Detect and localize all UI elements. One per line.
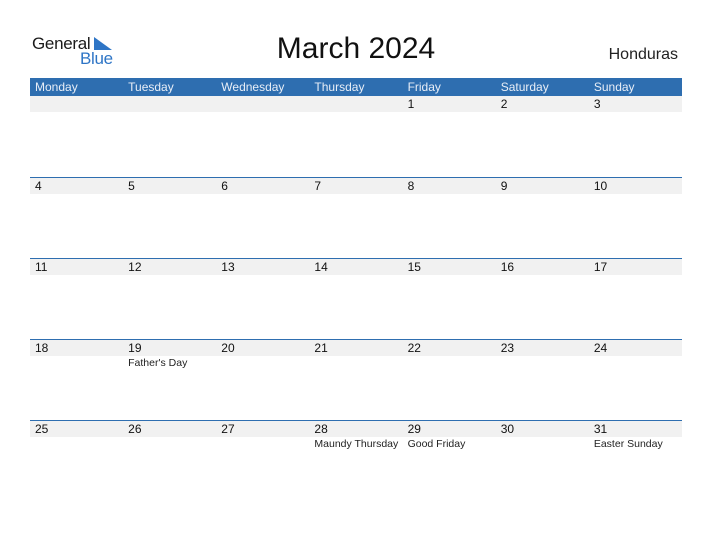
- holiday-label: [589, 356, 682, 370]
- day-number: 19: [128, 341, 142, 355]
- day-number: 17: [593, 260, 608, 274]
- day-number: 7: [314, 179, 322, 193]
- day-number: 23: [500, 341, 515, 355]
- event-row: Maundy Thursday Good Friday Easter Sunday: [30, 437, 682, 451]
- day-number-row: 4 5 6 7 8 9 10: [30, 178, 682, 194]
- day-number: [30, 96, 123, 112]
- day-number: 26: [128, 422, 142, 436]
- calendar-grid: Monday Tuesday Wednesday Thursday Friday…: [30, 78, 682, 501]
- day-number: 12: [128, 260, 142, 274]
- holiday-label: [496, 356, 589, 370]
- day-number-row: 11 12 13 14 15 16 17: [30, 259, 682, 275]
- calendar-title: March 2024: [276, 32, 436, 65]
- day-number-row: 18 19 20 21 22 23 24: [30, 340, 682, 356]
- week-row: 1 2 3: [30, 96, 682, 177]
- week-row: 4 5 6 7 8 9 10: [30, 177, 682, 258]
- country-label: Honduras: [608, 46, 678, 63]
- weekday-label: Wednesday: [221, 80, 285, 94]
- day-number: [309, 96, 402, 112]
- week-row: 11 12 13 14 15 16 17: [30, 258, 682, 339]
- event-row: Father's Day: [30, 356, 682, 370]
- holiday-label: [123, 437, 216, 451]
- weekday-label: Saturday: [500, 80, 549, 94]
- day-number: 2: [500, 97, 508, 111]
- day-number: 28: [314, 422, 328, 436]
- day-number: 29: [407, 422, 421, 436]
- weekday-label: Friday: [407, 80, 441, 94]
- holiday-label: [403, 356, 496, 370]
- day-number: 10: [593, 179, 608, 193]
- day-number: 18: [35, 341, 49, 355]
- weekday-label: Sunday: [593, 80, 635, 94]
- holiday-label: Good Friday: [407, 438, 466, 450]
- week-row: 25 26 27 28 29 30 31 Maundy Thursday Good Friday…: [30, 420, 682, 501]
- weekday-label: Thursday: [314, 80, 365, 94]
- day-number: 1: [407, 97, 415, 111]
- day-number: 6: [221, 179, 228, 193]
- day-number: 9: [500, 179, 508, 193]
- day-number: 30: [500, 422, 515, 436]
- day-number: 22: [407, 341, 421, 355]
- holiday-label: Maundy Thursday: [314, 438, 399, 450]
- day-number: 5: [128, 179, 135, 193]
- weekday-label: Monday: [35, 80, 78, 94]
- weekday-header: Monday Tuesday Wednesday Thursday Friday…: [30, 78, 682, 96]
- holiday-label: [30, 437, 123, 451]
- holiday-label: Easter Sunday: [593, 438, 663, 450]
- day-number: 16: [500, 260, 515, 274]
- day-number: 15: [407, 260, 421, 274]
- holiday-label: Father's Day: [128, 357, 188, 369]
- day-number: 14: [314, 260, 328, 274]
- holiday-label: [216, 437, 309, 451]
- day-number: 31: [593, 422, 608, 436]
- day-number: 11: [35, 260, 48, 274]
- weekday-label: Tuesday: [128, 80, 174, 94]
- day-number: [216, 96, 309, 112]
- day-number: 21: [314, 341, 328, 355]
- week-row: 18 19 20 21 22 23 24 Father's Day: [30, 339, 682, 420]
- holiday-label: [496, 437, 589, 451]
- day-number: 27: [221, 422, 235, 436]
- day-number: 13: [221, 260, 235, 274]
- holiday-label: [309, 356, 402, 370]
- holiday-label: [216, 356, 309, 370]
- day-number: 25: [35, 422, 49, 436]
- day-number: 4: [35, 179, 42, 193]
- day-number: 20: [221, 341, 235, 355]
- day-number-row: 1 2 3: [30, 96, 682, 112]
- day-number: 24: [593, 341, 608, 355]
- day-number-row: 25 26 27 28 29 30 31: [30, 421, 682, 437]
- holiday-label: [30, 356, 123, 370]
- day-number: 8: [407, 179, 415, 193]
- day-number: 3: [593, 97, 601, 111]
- day-number: [123, 96, 216, 112]
